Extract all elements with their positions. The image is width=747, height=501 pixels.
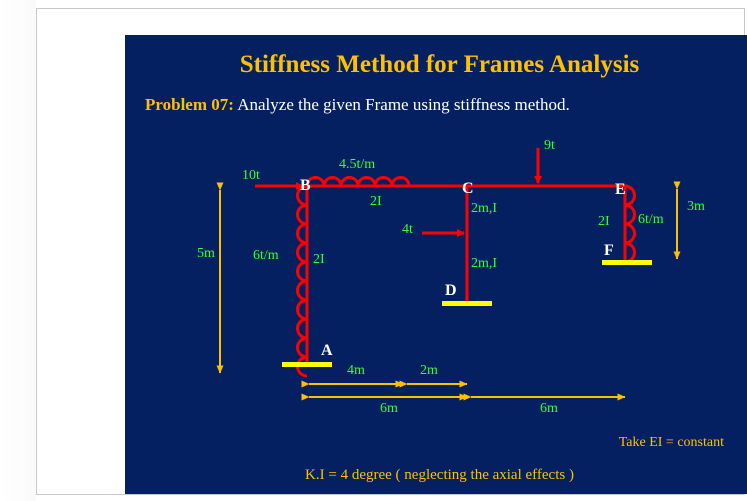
joint-label-d: D — [445, 282, 457, 299]
member-label-ab: 2I — [313, 252, 325, 267]
load-label-10t: 10t — [242, 168, 260, 183]
member-label-ef: 2I — [598, 214, 610, 229]
support-f — [602, 260, 652, 265]
frame-diagram-svg — [216, 148, 681, 401]
load-label-9t: 9t — [544, 138, 555, 153]
load-label-udl-ab: 6t/m — [253, 248, 279, 263]
document-page: Stiffness Method for Frames Analysis Pro… — [36, 8, 747, 495]
dimension-label-3m: 3m — [687, 199, 705, 214]
load-label-udl-bc: 4.5t/m — [339, 157, 376, 172]
note-kinematic-indeterminacy: K.I = 4 degree ( neglecting the axial ef… — [305, 467, 574, 483]
presentation-slide: Stiffness Method for Frames Analysis Pro… — [125, 35, 747, 494]
note-ei-constant: Take EI = constant — [618, 435, 724, 450]
window-left-strip — [0, 0, 36, 501]
load-label-4t: 4t — [402, 222, 413, 237]
frame-diagram: B C E F D A 10t 4.5t/m 6t/m 4t 9t 6t/m 2… — [125, 35, 747, 494]
joint-label-a: A — [321, 342, 333, 359]
dimension-label-2m: 2m — [420, 363, 438, 378]
dimension-label-5m: 5m — [197, 246, 215, 261]
dimension-label-4m: 4m — [347, 363, 365, 378]
member-label-bc: 2I — [370, 194, 382, 209]
member-label-c-mid: 2m,I — [471, 201, 498, 216]
load-label-udl-ef: 6t/m — [638, 212, 664, 227]
joint-label-b: B — [300, 177, 311, 194]
dimension-label-6m-left: 6m — [380, 401, 398, 416]
joint-label-f: F — [604, 242, 614, 259]
dimension-label-6m-right: 6m — [540, 401, 558, 416]
joint-label-e: E — [615, 181, 626, 198]
support-a — [282, 362, 332, 367]
joint-label-c: C — [462, 180, 474, 197]
support-d — [442, 301, 492, 306]
member-label-mid-d: 2m,I — [471, 256, 498, 271]
